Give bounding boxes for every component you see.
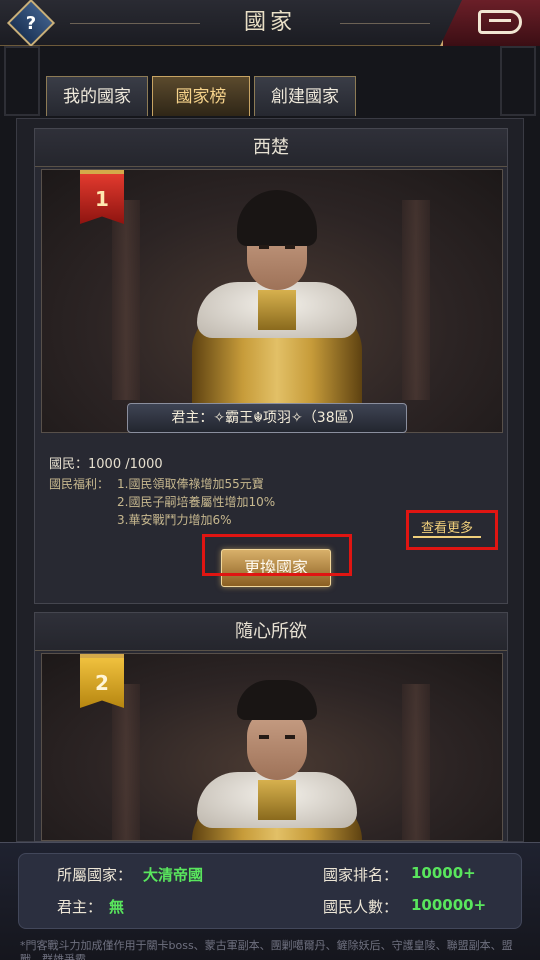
benefit-item: 1.國民領取俸祿增加55元寶 <box>117 477 264 491</box>
tab-my-nation[interactable]: 我的國家 <box>46 76 148 116</box>
tab-create-nation[interactable]: 創建國家 <box>254 76 356 116</box>
corner-ornament-left <box>4 46 40 116</box>
pillar-decoration <box>112 684 140 840</box>
summary-box: 所屬國家： 大清帝國 君主： 無 國家排名： 10000+ 國民人數： 1000… <box>18 853 522 929</box>
highlight-see-more <box>406 510 498 550</box>
benefit-label: 國民福利： <box>49 477 110 491</box>
citizens-label: 國民人數： <box>323 898 399 916</box>
footnote-text: *門客戰斗力加成僅作用于關卡boss、蒙古軍副本、團剿噶爾丹、鏟除妖后、守護皇陵… <box>20 939 513 960</box>
nation-card: 隨心所欲 2 <box>34 612 508 842</box>
nation-name: 西楚 <box>35 129 507 167</box>
ruler-portrait: 1 <box>41 169 503 433</box>
benefit-item: 3.華安戰鬥力增加6% <box>117 513 232 527</box>
my-nation-label: 所屬國家： <box>57 866 133 884</box>
nation-rank-label: 國家排名： <box>323 866 399 884</box>
return-arrow-icon <box>478 10 522 34</box>
top-bar: ? 國家 <box>0 0 540 48</box>
corner-ornament-right <box>500 46 536 116</box>
pillar-decoration <box>112 200 140 400</box>
ruler-name-plate: 君主：✧霸王☬项羽✧（38區） <box>127 403 407 433</box>
my-nation-value: 大清帝國 <box>143 866 204 884</box>
highlight-change-nation <box>202 534 352 576</box>
tab-nation-ranking[interactable]: 國家榜 <box>152 76 250 116</box>
pillar-decoration <box>402 684 430 840</box>
citizens-value: 100000+ <box>411 896 487 914</box>
nation-rank-value: 10000+ <box>411 864 476 882</box>
ruler-portrait: 2 <box>41 653 503 841</box>
nation-name: 隨心所欲 <box>35 613 507 651</box>
rank-badge: 1 <box>80 170 124 224</box>
benefit-item: 2.國民子嗣培養屬性增加10% <box>117 495 276 509</box>
rank-badge: 2 <box>80 654 124 708</box>
citizen-count: 國民：1000 /1000 <box>49 457 163 472</box>
ruler-label: 君主： <box>57 898 103 916</box>
ruler-value: 無 <box>109 898 125 916</box>
nation-summary-panel: 所屬國家： 大清帝國 君主： 無 國家排名： 10000+ 國民人數： 1000… <box>0 842 540 960</box>
pillar-decoration <box>402 200 430 400</box>
